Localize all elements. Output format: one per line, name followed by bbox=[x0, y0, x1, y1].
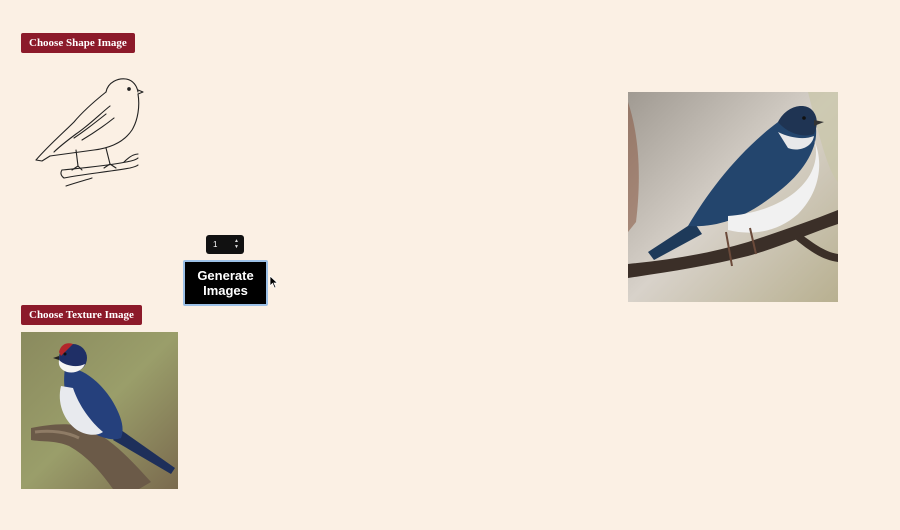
texture-image-swallow-photo bbox=[21, 332, 178, 489]
shape-image-sketch bbox=[35, 78, 144, 187]
app-page: Choose Shape Image 1 ▲ ▼ Generate Images… bbox=[0, 0, 900, 530]
mouse-pointer-icon bbox=[269, 275, 279, 289]
image-count-value: 1 bbox=[213, 240, 218, 249]
generate-images-button[interactable]: Generate Images bbox=[183, 260, 268, 306]
image-count-input[interactable]: 1 ▲ ▼ bbox=[206, 235, 244, 254]
generate-label-line1: Generate bbox=[197, 268, 254, 283]
choose-shape-image-button[interactable]: Choose Shape Image bbox=[21, 33, 135, 53]
generated-result-image bbox=[628, 92, 838, 302]
generate-label-line2: Images bbox=[203, 283, 248, 298]
stepper-arrows-icon[interactable]: ▲ ▼ bbox=[234, 238, 239, 250]
choose-texture-image-button[interactable]: Choose Texture Image bbox=[21, 305, 142, 325]
